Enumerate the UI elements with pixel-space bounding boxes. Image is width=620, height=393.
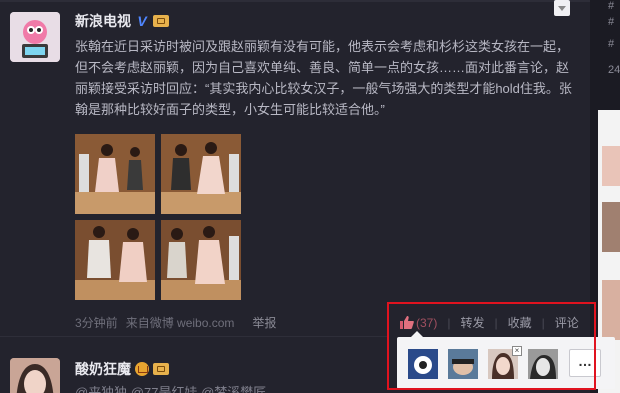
right-sidebar-count: 24 — [608, 64, 620, 76]
next-post-author: 酸奶狂魔 — [75, 359, 169, 379]
post-author: 新浪电视 V — [75, 12, 169, 30]
author-name[interactable]: 新浪电视 — [75, 11, 131, 31]
post-time[interactable]: 3分钟前 — [75, 314, 118, 331]
chevron-down-icon — [558, 5, 566, 11]
highlight-box — [387, 302, 596, 390]
vip-member-icon[interactable] — [153, 15, 169, 27]
post-image-thumbnail[interactable] — [75, 220, 155, 300]
post-meta: 3分钟前 来自微博 weibo.com 举报 — [75, 314, 276, 331]
post-text: 张翰在近日采访时被问及跟赵丽颖有没有可能，他表示会考虑和杉杉这类女孩在一起，但不… — [75, 39, 572, 117]
next-post-author-avatar[interactable] — [10, 358, 60, 393]
post-image-thumbnail[interactable] — [161, 220, 241, 300]
post-image-grid — [75, 134, 241, 300]
post-options-dropdown[interactable] — [554, 0, 570, 16]
vip-member-icon[interactable] — [153, 363, 169, 375]
post-image-thumbnail[interactable] — [75, 134, 155, 214]
right-sidebar-topic[interactable]: # — [608, 16, 614, 28]
right-sidebar-topic[interactable]: # — [608, 0, 614, 12]
next-post-text-preview: @来独独 @77是红娃 @梦溪樊匠 — [75, 385, 267, 393]
next-post-author-name[interactable]: 酸奶狂魔 — [75, 359, 131, 379]
post-image-thumbnail[interactable] — [161, 134, 241, 214]
crown-badge-icon[interactable] — [135, 362, 149, 376]
post-source[interactable]: 来自微博 weibo.com — [126, 314, 235, 331]
blue-v-verified-icon[interactable]: V — [135, 13, 149, 29]
post-divider — [0, 336, 387, 337]
report-link[interactable]: 举报 — [252, 314, 276, 331]
author-avatar[interactable] — [10, 12, 60, 62]
feed-top-divider — [0, 0, 590, 2]
right-sidebar-topic[interactable]: # — [608, 38, 614, 50]
